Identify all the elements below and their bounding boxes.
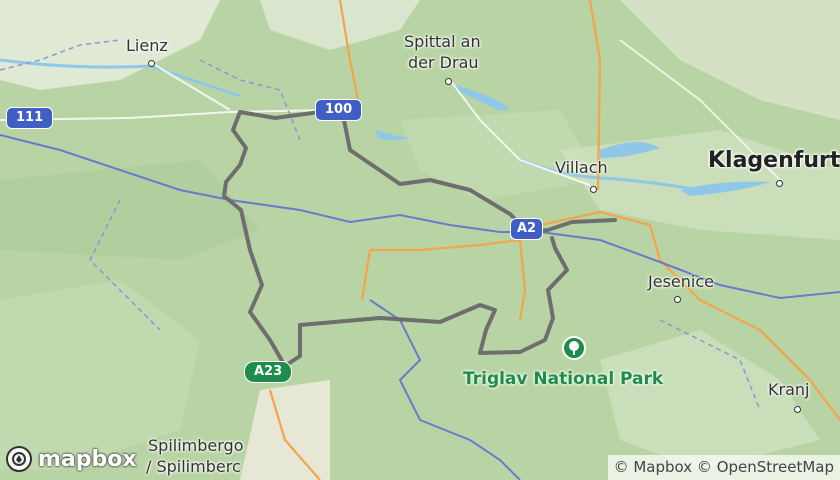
mapbox-logo-text: mapbox [38,446,137,472]
place-spittal-line-2: der Drau [408,53,479,72]
road-shield-a23: A23 [244,361,293,383]
map-base-layer [0,0,840,480]
road-shield-111: 111 [6,107,54,129]
lienz-marker [148,60,155,67]
place-jesenice: Jesenice [648,272,714,291]
road-shield-100: 100 [315,99,363,121]
map-view[interactable]: Lienz Spittal an der Drau Villach Klagen… [0,0,840,480]
place-kranj: Kranj [768,380,810,399]
park-tree-icon [562,336,586,360]
jesenice-marker [674,296,681,303]
place-spilimberc: / Spilimberc [146,457,241,476]
villach-marker [590,186,597,193]
attribution-osm-link[interactable]: © OpenStreetMap [697,458,834,476]
park-label: Triglav National Park [463,369,664,389]
attribution-bar: © Mapbox © OpenStreetMap [607,455,840,480]
klagenfurt-marker [776,180,783,187]
place-spilimbergo: Spilimbergo [148,436,244,455]
place-lienz: Lienz [126,36,168,55]
place-villach: Villach [555,158,608,177]
road-shield-a2: A2 [510,218,544,240]
attribution-mapbox-link[interactable]: © Mapbox [614,458,693,476]
place-spittal-line-1: Spittal an [404,32,481,51]
place-klagenfurt: Klagenfurt [708,148,840,173]
mapbox-logo[interactable]: mapbox [6,446,137,472]
spittal-marker [445,78,452,85]
mapbox-logo-icon [6,446,32,472]
kranj-marker [794,406,801,413]
